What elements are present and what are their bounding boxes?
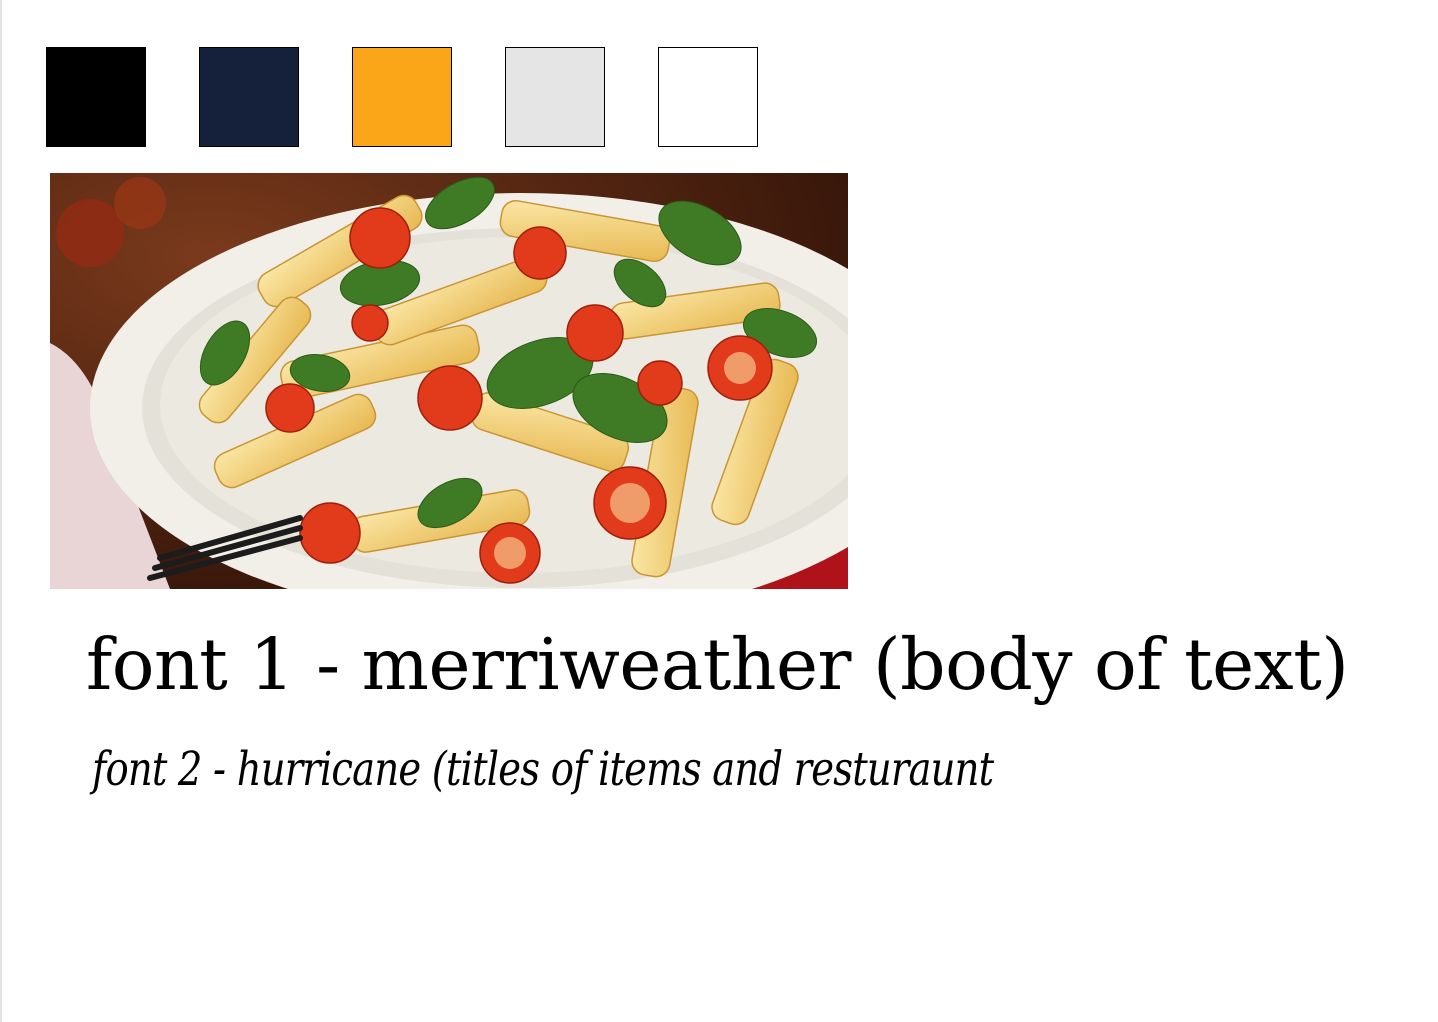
pasta-photo [50, 173, 848, 589]
font-sample-merriweather: font 1 - merriweather (body of text) [86, 623, 1349, 706]
swatch-navy [199, 47, 299, 147]
font-sample-hurricane: font 2 - hurricane (titles of items and … [92, 742, 994, 797]
swatch-black [46, 47, 146, 147]
swatch-orange [352, 47, 452, 147]
left-edge-rule [0, 0, 2, 1022]
swatch-light-gray [505, 47, 605, 147]
pasta-illustration [50, 173, 848, 589]
swatch-white [658, 47, 758, 147]
